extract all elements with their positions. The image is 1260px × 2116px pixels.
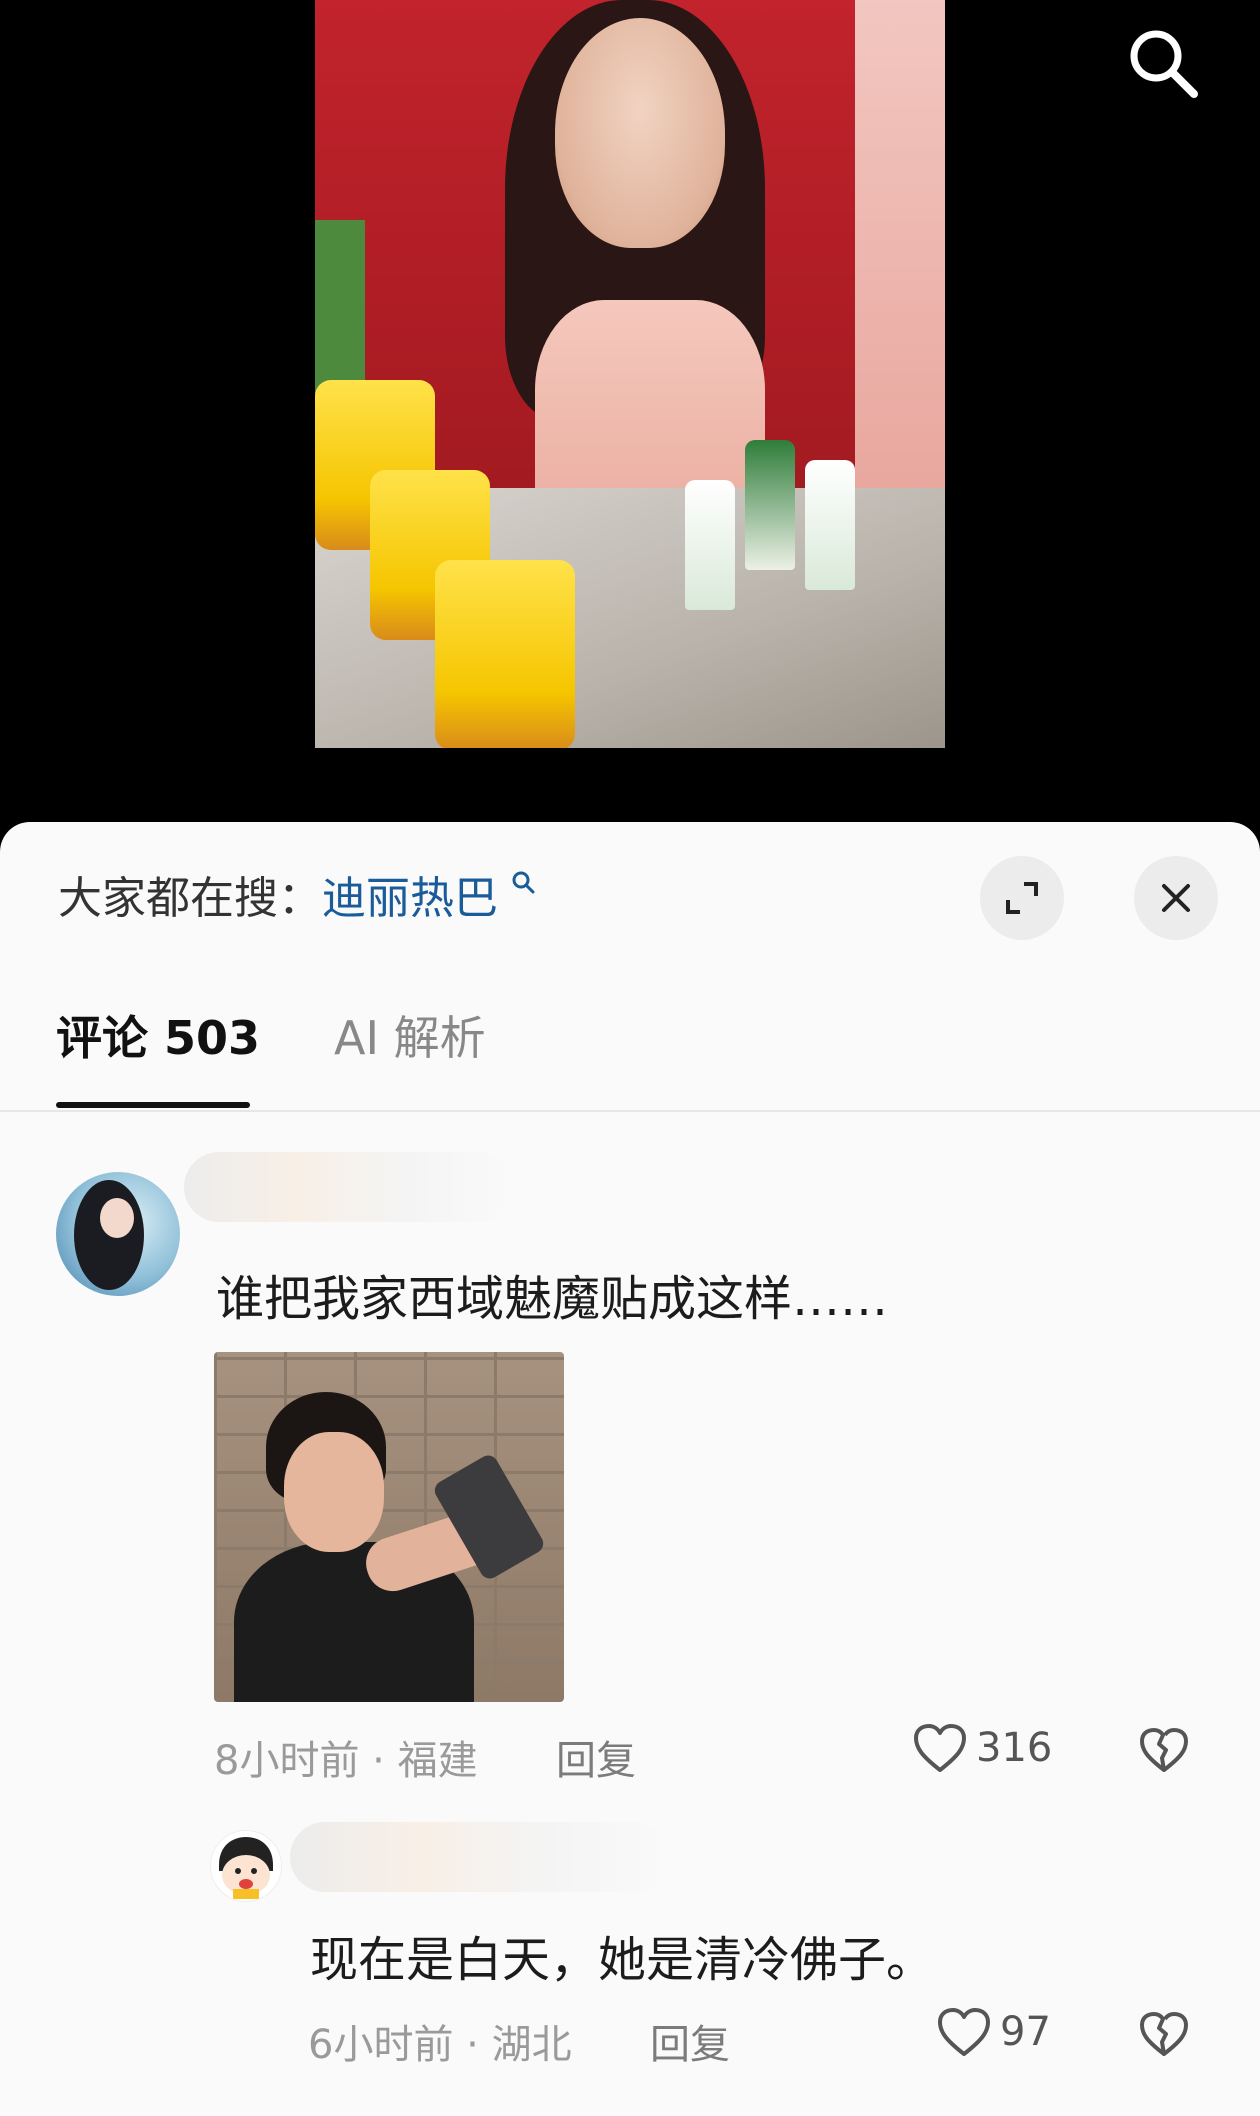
reply-like-button[interactable]: 97 <box>936 2006 1051 2058</box>
heart-icon <box>938 2008 990 2056</box>
tab-ai-analysis[interactable]: AI 解析 <box>334 962 486 1108</box>
reply-button[interactable]: 回复 <box>556 1728 636 1786</box>
cartoon-avatar-icon <box>219 1837 273 1899</box>
media-viewer[interactable] <box>0 0 1260 830</box>
photo-face <box>555 18 725 248</box>
photo-jug <box>435 560 575 748</box>
active-tab-indicator <box>56 1102 250 1108</box>
comment-time-location: 8小时前 · 福建 <box>214 1738 478 1784</box>
comment-tabs: 评论 503 AI 解析 <box>0 962 1260 1112</box>
hot-search-prefix: 大家都在搜： <box>58 873 322 924</box>
tab-comments[interactable]: 评论 503 <box>56 962 260 1108</box>
comment-text: 谁把我家西域魅魔贴成这样…… <box>216 1271 889 1327</box>
broken-heart-icon <box>1140 2012 1188 2056</box>
expand-icon <box>1006 882 1038 914</box>
avatar-face <box>100 1198 134 1238</box>
photo-bottle <box>805 460 855 590</box>
post-photo[interactable] <box>315 0 945 748</box>
expand-button[interactable] <box>980 856 1064 940</box>
reply-reply-button[interactable]: 回复 <box>650 2012 730 2070</box>
photo-bottle <box>745 440 795 570</box>
like-count: 316 <box>976 1725 1053 1771</box>
search-icon <box>1130 30 1198 98</box>
photo-side-panel <box>855 0 945 520</box>
avatar[interactable] <box>56 1172 180 1296</box>
search-button[interactable] <box>1122 22 1206 106</box>
comment-sheet: 大家都在搜：迪丽热巴 评论 503 AI 解析 谁把我家西域魅魔贴成这样…… 8… <box>0 822 1260 2116</box>
comment-image[interactable] <box>214 1352 564 1702</box>
reply-like-count: 97 <box>1000 2009 1051 2055</box>
dislike-button[interactable] <box>1138 1726 1190 1778</box>
hot-search-keyword[interactable]: 迪丽热巴 <box>322 873 498 924</box>
hot-search-bar: 大家都在搜：迪丽热巴 <box>58 862 536 926</box>
like-button[interactable]: 316 <box>912 1722 1052 1774</box>
photo-bottle <box>685 480 735 610</box>
close-button[interactable] <box>1134 856 1218 940</box>
reply-dislike-button[interactable] <box>1138 2010 1190 2062</box>
small-search-icon <box>502 871 536 902</box>
username-blurred[interactable] <box>184 1152 514 1222</box>
broken-heart-icon <box>1140 1728 1188 1772</box>
heart-icon <box>914 1724 966 1772</box>
reply-text: 现在是白天，她是清冷佛子。 <box>310 1932 935 1988</box>
reply-username-blurred[interactable] <box>290 1822 670 1892</box>
close-icon <box>1162 884 1190 912</box>
reply-avatar[interactable] <box>210 1830 282 1902</box>
reply-time-location: 6小时前 · 湖北 <box>308 2022 572 2068</box>
image-face <box>284 1432 384 1552</box>
